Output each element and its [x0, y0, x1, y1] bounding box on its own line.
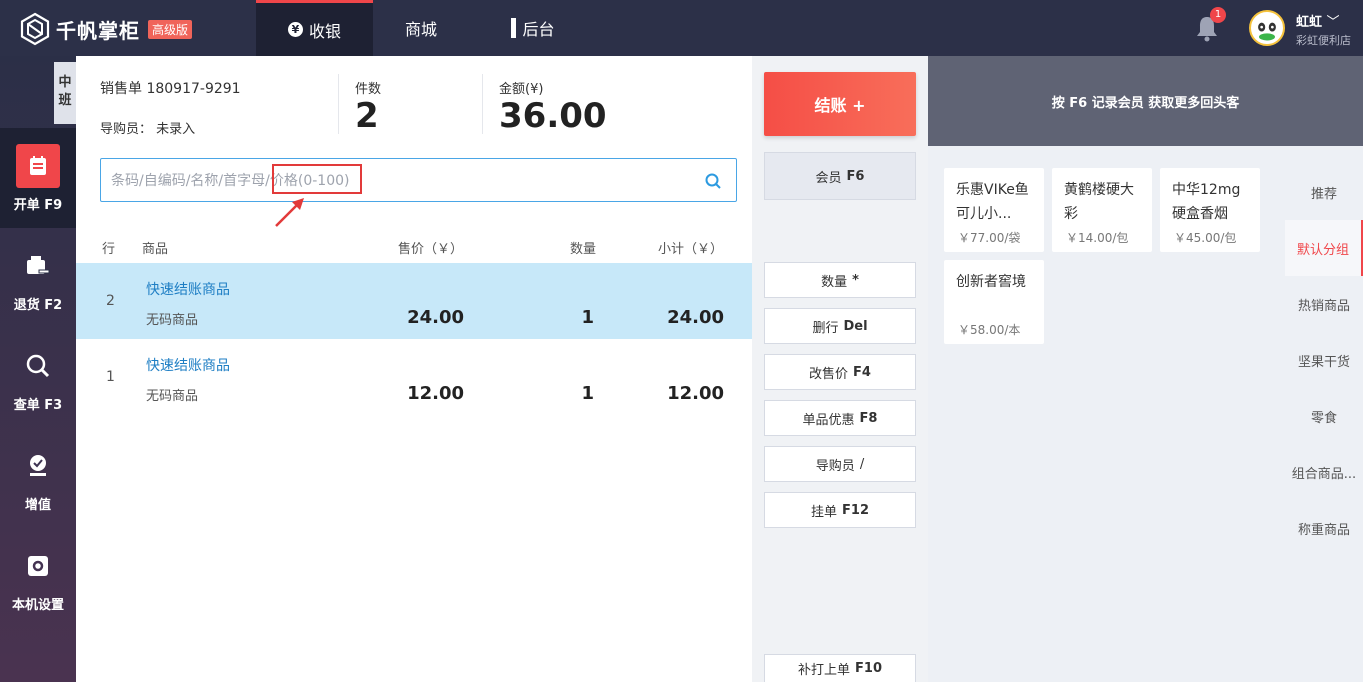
item-price: 24.00 — [407, 307, 464, 328]
amount-label: 金额(¥) — [499, 82, 544, 97]
item-sub: 无码商品 — [146, 313, 199, 328]
product-card[interactable]: 中华12mg硬盒香烟 ￥45.00/包 — [1160, 168, 1260, 252]
sidebar-item-settings[interactable]: 本机设置 — [0, 528, 76, 628]
product-price: ￥14.00/包 — [1066, 231, 1129, 245]
col-header-item: 商品 — [142, 242, 169, 257]
item-sub: 无码商品 — [146, 389, 199, 404]
product-card[interactable]: 乐惠VIKe鱼可儿小... ￥77.00/袋 — [944, 168, 1044, 252]
count-label: 件数 — [355, 82, 382, 97]
item-name[interactable]: 快速结账商品 — [146, 279, 230, 299]
logo-text: 千帆掌柜 — [56, 18, 140, 43]
logo-icon — [20, 12, 50, 46]
order-icon — [16, 143, 60, 188]
edition-badge: 高级版 — [148, 19, 193, 39]
col-header-qty: 数量 — [570, 242, 597, 257]
search-input[interactable] — [111, 169, 691, 193]
tab-backend[interactable]: 后台 — [485, 0, 581, 56]
table-row[interactable]: 1 快速结账商品 无码商品 12.00 1 12.00 — [76, 339, 752, 415]
change-price-button[interactable]: 改售价 F4 — [764, 354, 916, 390]
sidebar-item-label: 增值 — [24, 497, 51, 513]
sidebar-item-label: 开单 F9 — [13, 197, 63, 213]
sidebar-item-label: 查单 F3 — [13, 397, 63, 413]
col-header-row: 行 — [102, 242, 116, 257]
category-recommend[interactable]: 推荐 — [1285, 164, 1363, 220]
amount-value: 36.00 — [499, 96, 607, 136]
settings-icon — [16, 544, 60, 588]
sidebar-item-value-added[interactable]: 增值 — [0, 428, 76, 528]
tab-label: 商城 — [404, 20, 437, 39]
tab-cashier[interactable]: ¥ 收银 — [256, 0, 373, 56]
divider — [338, 74, 339, 134]
category-combo[interactable]: 组合商品... — [1285, 444, 1363, 500]
shopping-guide-button[interactable]: 导购员 / — [764, 446, 916, 482]
search-icon[interactable] — [704, 172, 722, 190]
product-name: 创新者窖境 — [956, 274, 1026, 290]
search-icon — [16, 344, 60, 388]
tab-mall[interactable]: 商城 — [373, 0, 469, 56]
sidebar-item-label: 本机设置 — [11, 597, 64, 613]
search-box[interactable] — [100, 158, 737, 202]
highlight-box — [272, 164, 362, 194]
item-subtotal: 12.00 — [667, 383, 724, 404]
product-price: ￥77.00/袋 — [958, 231, 1021, 245]
item-qty: 1 — [581, 383, 594, 404]
notification-badge: 1 — [1210, 7, 1226, 23]
table-row[interactable]: 2 快速结账商品 无码商品 24.00 1 24.00 — [76, 263, 752, 339]
item-name[interactable]: 快速结账商品 — [146, 355, 230, 375]
shift-tag: 中班 — [54, 62, 76, 124]
order-panel: 销售单 180917-9291 导购员： 未录入 件数 2 金额(¥) 36.0… — [76, 56, 752, 682]
product-name: 黄鹤楼硬大彩 — [1064, 182, 1134, 222]
avatar[interactable] — [1249, 10, 1285, 46]
checkout-button[interactable]: 结账 + — [764, 72, 916, 136]
tab-label: 后台 — [522, 20, 555, 39]
delete-row-button[interactable]: 删行 Del — [764, 308, 916, 344]
item-price: 12.00 — [407, 383, 464, 404]
item-qty: 1 — [581, 307, 594, 328]
yen-circle-icon: ¥ — [287, 22, 303, 37]
sidebar-item-label: 退货 F2 — [13, 297, 63, 313]
member-button[interactable]: 会员 F6 — [764, 152, 916, 200]
product-name: 中华12mg硬盒香烟 — [1172, 182, 1241, 222]
sidebar-item-query[interactable]: 查单 F3 — [0, 328, 76, 428]
col-header-subtotal: 小计（￥） — [658, 242, 724, 257]
product-card[interactable]: 创新者窖境 ￥58.00/本 — [944, 260, 1044, 344]
category-weighed[interactable]: 称重商品 — [1285, 500, 1363, 556]
panda-avatar-icon — [1252, 13, 1282, 43]
divider — [482, 74, 483, 134]
order-number: 销售单 180917-9291 — [100, 81, 241, 97]
sidebar-item-return[interactable]: 退货 F2 — [0, 228, 76, 328]
product-price: ￥45.00/包 — [1174, 231, 1237, 245]
return-icon — [16, 244, 60, 288]
sidebar-item-new-order[interactable]: 开单 F9 — [0, 128, 76, 228]
count-value: 2 — [355, 96, 379, 136]
grid-icon — [511, 18, 517, 38]
item-discount-button[interactable]: 单品优惠 F8 — [764, 400, 916, 436]
row-index: 2 — [106, 293, 115, 309]
top-bar: 千帆掌柜 高级版 ¥ 收银 商城 后台 1 虹虹 ﹀ 彩虹便利店 — [0, 0, 1363, 56]
row-index: 1 — [106, 369, 115, 385]
user-name[interactable]: 虹虹 ﹀ — [1296, 11, 1340, 30]
category-default[interactable]: 默认分组 — [1285, 220, 1363, 276]
quantity-button[interactable]: 数量 * — [764, 262, 916, 298]
value-added-icon — [16, 444, 60, 488]
reprint-button[interactable]: 补打上单 F10 — [764, 654, 916, 682]
tab-label: 收银 — [308, 21, 341, 41]
category-snacks[interactable]: 零食 — [1285, 388, 1363, 444]
product-name: 乐惠VIKe鱼可儿小... — [956, 182, 1029, 222]
category-nuts[interactable]: 坚果干货 — [1285, 332, 1363, 388]
guide-info[interactable]: 导购员： 未录入 — [100, 118, 195, 137]
annotation-arrow-icon — [275, 198, 304, 227]
category-hot[interactable]: 热销商品 — [1285, 276, 1363, 332]
col-header-price: 售价（￥） — [398, 242, 464, 257]
product-card[interactable]: 黄鹤楼硬大彩 ￥14.00/包 — [1052, 168, 1152, 252]
chevron-down-icon: ﹀ — [1326, 15, 1340, 30]
item-subtotal: 24.00 — [667, 307, 724, 328]
member-promo-banner: 按 F6 记录会员 获取更多回头客 — [928, 56, 1363, 146]
hold-order-button[interactable]: 挂单 F12 — [764, 492, 916, 528]
product-price: ￥58.00/本 — [958, 323, 1021, 337]
store-name: 彩虹便利店 — [1296, 34, 1351, 47]
logo: 千帆掌柜 高级版 — [18, 12, 193, 46]
